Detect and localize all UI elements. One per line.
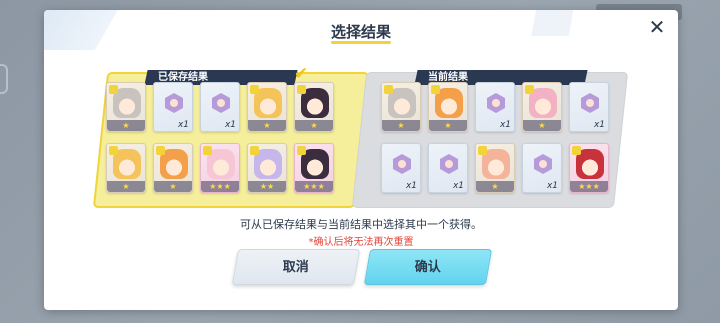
item-card[interactable]: x1	[569, 82, 609, 132]
item-icon	[393, 154, 411, 174]
character-card[interactable]: ★	[247, 82, 287, 132]
character-card[interactable]: ★	[522, 82, 562, 132]
star-rating: ★	[248, 120, 286, 131]
character-card[interactable]: ★★★	[569, 143, 609, 193]
character-card[interactable]: ★	[428, 82, 468, 132]
item-icon	[440, 154, 458, 174]
rank-badge-icon	[572, 146, 581, 155]
star-rating: ★	[476, 181, 514, 192]
star-rating: ★★	[248, 181, 286, 192]
current-results-grid: ★ ★ x1 ★ x1 x1 x1 ★ x1 ★★★	[381, 82, 609, 193]
item-card[interactable]: x1	[475, 82, 515, 132]
star-rating: ★	[523, 120, 561, 131]
warning-text: *确认后将无法再次重置	[308, 237, 414, 248]
character-card[interactable]: ★	[294, 82, 334, 132]
rank-badge-icon	[203, 146, 212, 155]
item-quantity: x1	[593, 120, 605, 130]
rank-badge-icon	[156, 146, 165, 155]
item-quantity: x1	[546, 181, 558, 191]
background-side-icon	[0, 64, 8, 94]
rank-badge-icon	[431, 85, 440, 94]
star-rating: ★	[295, 120, 333, 131]
confirm-button-label: 确认	[414, 260, 441, 275]
star-rating: ★★★	[570, 181, 608, 192]
close-icon[interactable]: ✕	[646, 16, 668, 38]
star-rating: ★	[382, 120, 420, 131]
dialog-title: 选择结果	[330, 23, 391, 41]
confirm-button[interactable]: 确认	[363, 249, 493, 285]
star-rating: ★	[107, 120, 145, 131]
item-card[interactable]: x1	[522, 143, 562, 193]
item-card[interactable]: x1	[381, 143, 421, 193]
cancel-button-label: 取消	[282, 260, 309, 275]
item-icon	[487, 93, 505, 113]
character-card[interactable]: ★	[106, 82, 146, 132]
check-icon: ✔	[294, 64, 309, 84]
rank-badge-icon	[297, 146, 306, 155]
rank-badge-icon	[250, 85, 259, 94]
rank-badge-icon	[109, 146, 118, 155]
star-rating: ★	[107, 181, 145, 192]
rank-badge-icon	[384, 85, 393, 94]
star-rating: ★	[154, 181, 192, 192]
star-rating: ★★★	[295, 181, 333, 192]
rank-badge-icon	[297, 85, 306, 94]
rank-badge-icon	[109, 85, 118, 94]
cancel-button[interactable]: 取消	[231, 249, 361, 285]
character-card[interactable]: ★★★	[294, 143, 334, 193]
rank-badge-icon	[250, 146, 259, 155]
item-icon	[212, 93, 230, 113]
item-quantity: x1	[177, 120, 189, 130]
character-card[interactable]: ★★★	[200, 143, 240, 193]
item-card[interactable]: x1	[153, 82, 193, 132]
item-quantity: x1	[499, 120, 511, 130]
star-rating: ★★★	[201, 181, 239, 192]
rank-badge-icon	[478, 146, 487, 155]
character-card[interactable]: ★	[381, 82, 421, 132]
saved-results-grid: ★ x1 x1 ★ ★ ★ ★ ★★★ ★★ ★★★	[106, 82, 334, 193]
item-quantity: x1	[452, 181, 464, 191]
star-rating: ★	[429, 120, 467, 131]
item-quantity: x1	[405, 181, 417, 191]
item-icon	[581, 93, 599, 113]
item-quantity: x1	[224, 120, 236, 130]
character-card[interactable]: ★★	[247, 143, 287, 193]
character-card[interactable]: ★	[475, 143, 515, 193]
select-result-dialog: 选择结果 ✕ 已保存结果 ✔ 当前结果 ★ x1 x1 ★ ★ ★ ★ ★★★ ★★ ★★★ ★ ★…	[44, 10, 678, 310]
title-underline	[331, 41, 391, 44]
character-card[interactable]: ★	[153, 143, 193, 193]
item-card[interactable]: x1	[200, 82, 240, 132]
item-icon	[534, 154, 552, 174]
item-icon	[165, 93, 183, 113]
rank-badge-icon	[525, 85, 534, 94]
description-text: 可从已保存结果与当前结果中选择其中一个获得。	[240, 218, 482, 231]
item-card[interactable]: x1	[428, 143, 468, 193]
character-card[interactable]: ★	[106, 143, 146, 193]
